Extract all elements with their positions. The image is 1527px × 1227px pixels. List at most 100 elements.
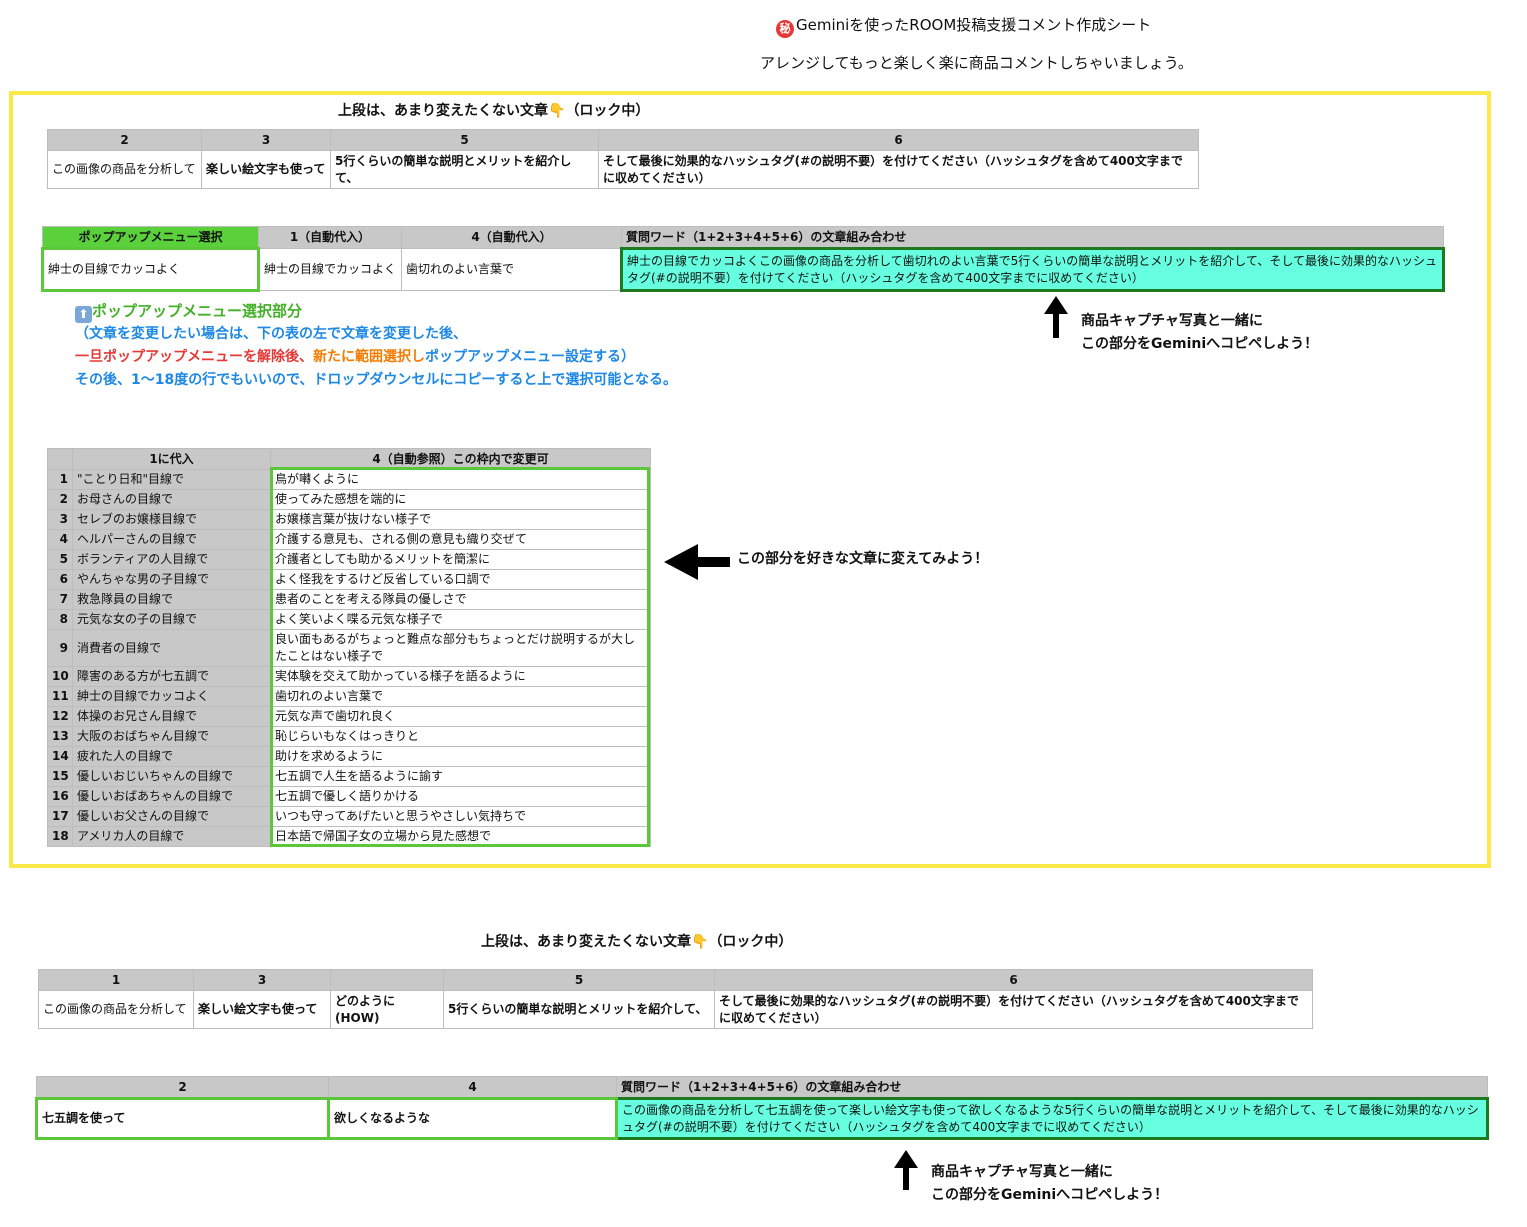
table-row: 18 アメリカ人の目線で 日本語で帰国子女の立場から見た感想で	[47, 826, 651, 847]
tone-cell[interactable]: 恥じらいもなくはっきりと	[270, 726, 651, 747]
tone-cell[interactable]: 使ってみた感想を端的に	[270, 489, 651, 510]
copy-note-line1: 商品キャプチャ写真と一緒に	[931, 1164, 1113, 1180]
col-header: 2	[36, 1076, 329, 1099]
tone-cell[interactable]: 患者のことを考える隊員の優しさで	[270, 589, 651, 610]
persona-cell[interactable]: お母さんの目線で	[72, 489, 271, 510]
row-index: 10	[47, 666, 73, 687]
popup-notes: ⬆ ポップアップメニュー選択部分 （文章を変更したい場合は、下の表の左で文章を変更…	[75, 300, 677, 392]
table-cell[interactable]: この画像の商品を分析して	[38, 990, 194, 1029]
persona-cell[interactable]: ボランティアの人目線で	[72, 549, 271, 570]
persona-cell[interactable]: アメリカ人の目線で	[72, 826, 271, 847]
table-row: 14 疲れた人の目線で 助けを求めるように	[47, 746, 651, 767]
tone-cell[interactable]: 良い面もあるがちょっと難点な部分もちょっとだけ説明するが大したことはない様子で	[270, 629, 651, 667]
tone-cell[interactable]: 歯切れのよい言葉で	[270, 686, 651, 707]
col-header: 1（自動代入）	[258, 226, 402, 249]
copy-arrow-icon	[894, 1150, 918, 1190]
table-row: 5 ボランティアの人目線で 介護者としても助かるメリットを簡潔に	[47, 549, 651, 570]
table-row: 9 消費者の目線で 良い面もあるがちょっと難点な部分もちょっとだけ説明するが大したこ…	[47, 629, 651, 667]
row-index: 2	[47, 489, 73, 510]
persona-cell[interactable]: 大阪のおばちゃん目線で	[72, 726, 271, 747]
tone-cell[interactable]: 鳥が囀くように	[270, 469, 651, 490]
row-index: 18	[47, 826, 73, 847]
persona-cell[interactable]: "ことり日和"目線で	[72, 469, 271, 490]
input-cell-2[interactable]: 七五調を使って	[35, 1097, 330, 1140]
persona-cell[interactable]: 疲れた人の目線で	[72, 746, 271, 767]
col-header: 1	[38, 969, 194, 991]
persona-cell[interactable]: やんちゃな男の子目線で	[72, 569, 271, 590]
popup-select-cell[interactable]: 紳士の目線でカッコよく	[41, 247, 260, 292]
tone-cell[interactable]: 介護者としても助かるメリットを簡潔に	[270, 549, 651, 570]
col-header: 3	[201, 129, 331, 151]
persona-cell[interactable]: 元気な女の子の目線で	[72, 609, 271, 630]
table-row: 2 お母さんの目線で 使ってみた感想を端的に	[47, 489, 651, 510]
table-row: 10 障害のある方が七五調で 実体験を交えて助かっている様子を語るように	[47, 666, 651, 687]
copy-note: 商品キャプチャ写真と一緒に この部分をGeminiへコピペしよう！	[931, 1161, 1168, 1207]
col-header-popup: ポップアップメニュー選択	[42, 226, 259, 249]
table-row: 7 救急隊員の目線で 患者のことを考える隊員の優しさで	[47, 589, 651, 610]
table-row: 16 優しいおばあちゃんの目線で 七五調で優しく語りかける	[47, 786, 651, 807]
row-index: 5	[47, 549, 73, 570]
note-orange-text: 新たに範囲選択し	[313, 349, 425, 365]
persona-list-table: 1に代入 4（自動参照）この枠内で変更可 1 "ことり日和"目線で 鳥が囀くように 2…	[47, 448, 651, 847]
persona-cell[interactable]: ヘルパーさんの目線で	[72, 529, 271, 550]
copy-note-line2: この部分をGeminiへコピペしよう！	[931, 1187, 1169, 1203]
tone-cell[interactable]: 元気な声で歯切れ良く	[270, 706, 651, 727]
persona-cell[interactable]: 救急隊員の目線で	[72, 589, 271, 610]
row-index: 12	[47, 706, 73, 727]
combined-prompt-cell[interactable]: この画像の商品を分析して七五調を使って楽しい絵文字も使って欲しくなるような5行く…	[615, 1097, 1489, 1140]
tone-cell[interactable]: 七五調で人生を語るように諭す	[270, 766, 651, 787]
tone-cell[interactable]: よく怪我をするけど反省している口調で	[270, 569, 651, 590]
tone-cell[interactable]: いつも守ってあげたいと思うやさしい気持ちで	[270, 806, 651, 827]
sheet-title: 秘 Geminiを使ったROOM投稿支援コメント作成シート	[776, 14, 1151, 38]
tone-cell[interactable]: よく笑いよく喋る元気な様子で	[270, 609, 651, 630]
row-index: 14	[47, 746, 73, 767]
tone-cell[interactable]: 日本語で帰国子女の立場から見た感想で	[270, 826, 651, 847]
tone-cell[interactable]: 介護する意見も、される側の意見も織り交ぜて	[270, 529, 651, 550]
row-index: 7	[47, 589, 73, 610]
table-cell[interactable]: そして最後に効果的なハッシュタグ(#の説明不要）を付けてください（ハッシュタグを…	[714, 990, 1313, 1029]
table-cell[interactable]: そして最後に効果的なハッシュタグ(#の説明不要）を付けてください（ハッシュタグを…	[598, 150, 1199, 189]
table-row: 15 優しいおじいちゃんの目線で 七五調で人生を語るように諭す	[47, 766, 651, 787]
col-header: 1に代入	[72, 448, 271, 470]
lock-status-text: （ロック中）	[708, 934, 793, 950]
table-row: 17 優しいお父さんの目線で いつも守ってあげたいと思うやさしい気持ちで	[47, 806, 651, 827]
persona-cell[interactable]: 体操のお兄さん目線で	[72, 706, 271, 727]
table-row: 8 元気な女の子の目線で よく笑いよく喋る元気な様子で	[47, 609, 651, 630]
tone-cell[interactable]: 実体験を交えて助かっている様子を語るように	[270, 666, 651, 687]
table-cell[interactable]: 5行くらいの簡単な説明とメリットを紹介して、	[330, 150, 599, 189]
col-header: 6	[598, 129, 1199, 151]
popup-note-label: ポップアップメニュー選択部分	[92, 302, 303, 320]
input-cell-4[interactable]: 欲しくなるような	[327, 1097, 618, 1140]
tone-cell[interactable]: お嬢様言葉が抜けない様子で	[270, 509, 651, 530]
persona-cell[interactable]: 優しいおじいちゃんの目線で	[72, 766, 271, 787]
table-cell[interactable]: どのように(HOW)	[330, 990, 444, 1029]
persona-cell[interactable]: 優しいお父さんの目線で	[72, 806, 271, 827]
lock-status-text: （ロック中）	[565, 103, 650, 119]
table-cell[interactable]: 5行くらいの簡単な説明とメリットを紹介して、	[443, 990, 715, 1029]
persona-cell[interactable]: 紳士の目線でカッコよく	[72, 686, 271, 707]
persona-cell[interactable]: 消費者の目線で	[72, 629, 271, 667]
persona-cell[interactable]: 優しいおばあちゃんの目線で	[72, 786, 271, 807]
table-row: 13 大阪のおばちゃん目線で 恥じらいもなくはっきりと	[47, 726, 651, 747]
col-header: 2	[47, 129, 202, 151]
table-cell[interactable]: 楽しい絵文字も使って	[193, 990, 331, 1029]
left-arrow-shaft	[696, 557, 730, 567]
table-cell[interactable]: この画像の商品を分析して	[47, 150, 202, 189]
col-header: 4（自動参照）この枠内で変更可	[270, 448, 651, 470]
section1-combination-table: ポップアップメニュー選択 1（自動代入） 4（自動代入） 質問ワード（1+2+3…	[41, 226, 1445, 292]
combined-prompt-cell[interactable]: 紳士の目線でカッコよくこの画像の商品を分析して歯切れのよい言葉で5行くらいの簡単…	[620, 247, 1445, 292]
tone-cell[interactable]: 助けを求めるように	[270, 746, 651, 767]
left-arrow-icon	[664, 544, 698, 580]
tone-cell[interactable]: 七五調で優しく語りかける	[270, 786, 651, 807]
table-cell[interactable]: 楽しい絵文字も使って	[201, 150, 331, 189]
table-row: 3 セレブのお嬢様目線で お嬢様言葉が抜けない様子で	[47, 509, 651, 530]
persona-cell[interactable]: 障害のある方が七五調で	[72, 666, 271, 687]
row-index: 8	[47, 609, 73, 630]
table-row: 4 ヘルパーさんの目線で 介護する意見も、される側の意見も織り交ぜて	[47, 529, 651, 550]
copy-note-line1: 商品キャプチャ写真と一緒に	[1081, 313, 1263, 329]
persona-rows: 1 "ことり日和"目線で 鳥が囀くように 2 お母さんの目線で 使ってみた感想を端的に 3 セ…	[47, 469, 651, 847]
row-index: 16	[47, 786, 73, 807]
persona-cell[interactable]: セレブのお嬢様目線で	[72, 509, 271, 530]
table-row: 1 "ことり日和"目線で 鳥が囀くように	[47, 469, 651, 490]
row-index: 11	[47, 686, 73, 707]
